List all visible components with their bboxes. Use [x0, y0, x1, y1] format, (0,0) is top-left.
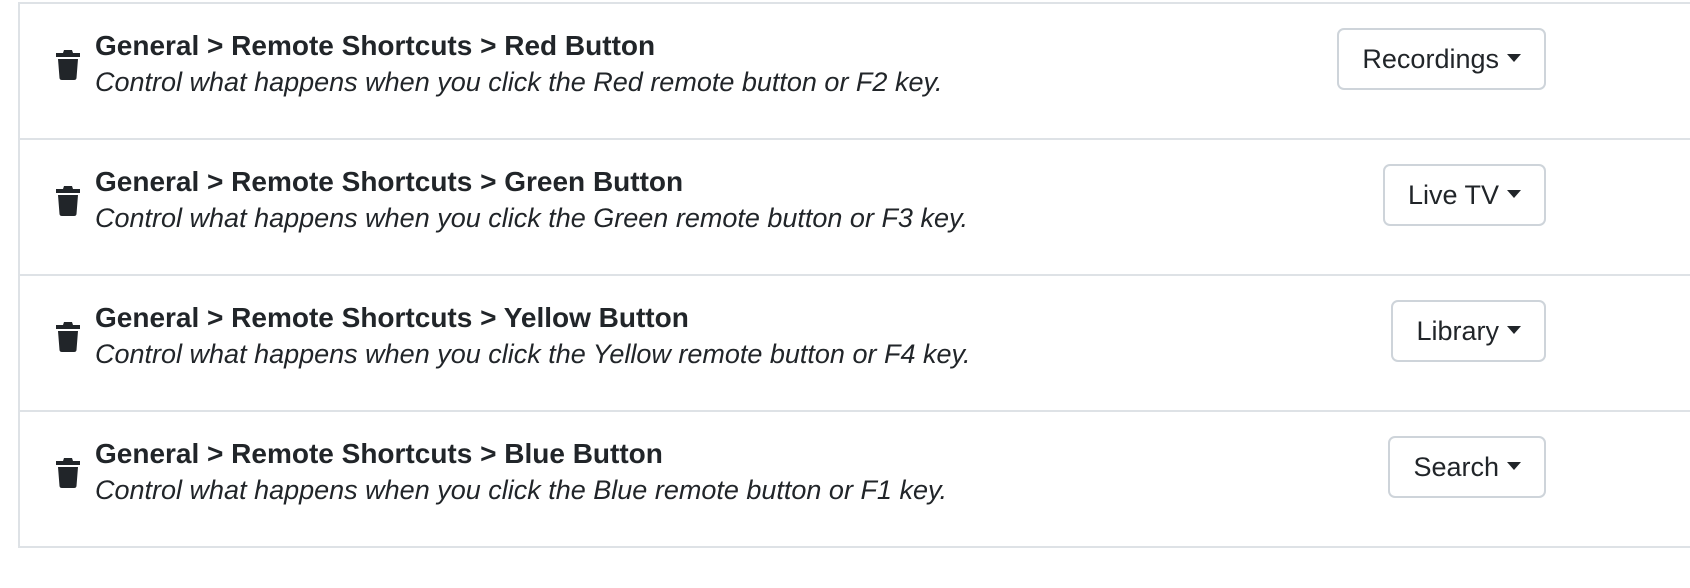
- setting-description: Control what happens when you click the …: [95, 475, 947, 505]
- setting-title: General > Remote Shortcuts > Yellow Butt…: [95, 302, 689, 333]
- red-button-action-dropdown[interactable]: Recordings: [1337, 28, 1546, 90]
- setting-row-yellow-button: General > Remote Shortcuts > Yellow Butt…: [20, 276, 1690, 412]
- setting-text: General > Remote Shortcuts > Blue Button…: [95, 436, 947, 508]
- dropdown-selected-value: Library: [1416, 315, 1499, 346]
- setting-text: General > Remote Shortcuts > Yellow Butt…: [95, 300, 970, 372]
- trash-icon[interactable]: [56, 50, 80, 80]
- setting-row-red-button: General > Remote Shortcuts > Red Button …: [20, 4, 1690, 140]
- setting-description: Control what happens when you click the …: [95, 67, 943, 97]
- setting-title: General > Remote Shortcuts > Green Butto…: [95, 166, 684, 197]
- dropdown-selected-value: Recordings: [1362, 43, 1499, 74]
- green-button-action-dropdown[interactable]: Live TV: [1382, 164, 1546, 226]
- setting-text: General > Remote Shortcuts > Green Butto…: [95, 164, 968, 236]
- dropdown-selected-value: Live TV: [1407, 179, 1499, 210]
- caret-down-icon: [1507, 326, 1521, 334]
- setting-description: Control what happens when you click the …: [95, 203, 968, 233]
- trash-icon[interactable]: [56, 458, 80, 488]
- caret-down-icon: [1507, 54, 1521, 62]
- setting-title: General > Remote Shortcuts > Blue Button: [95, 438, 663, 469]
- caret-down-icon: [1507, 462, 1521, 470]
- caret-down-icon: [1507, 190, 1521, 198]
- setting-row-blue-button: General > Remote Shortcuts > Blue Button…: [20, 412, 1690, 548]
- dropdown-selected-value: Search: [1413, 451, 1499, 482]
- setting-text: General > Remote Shortcuts > Red Button …: [95, 28, 942, 100]
- setting-description: Control what happens when you click the …: [95, 339, 971, 369]
- setting-title: General > Remote Shortcuts > Red Button: [95, 30, 656, 61]
- yellow-button-action-dropdown[interactable]: Library: [1391, 300, 1546, 362]
- trash-icon[interactable]: [56, 186, 80, 216]
- remote-shortcuts-settings-list: General > Remote Shortcuts > Red Button …: [18, 2, 1690, 548]
- blue-button-action-dropdown[interactable]: Search: [1388, 436, 1546, 498]
- trash-icon[interactable]: [56, 322, 80, 352]
- setting-row-green-button: General > Remote Shortcuts > Green Butto…: [20, 140, 1690, 276]
